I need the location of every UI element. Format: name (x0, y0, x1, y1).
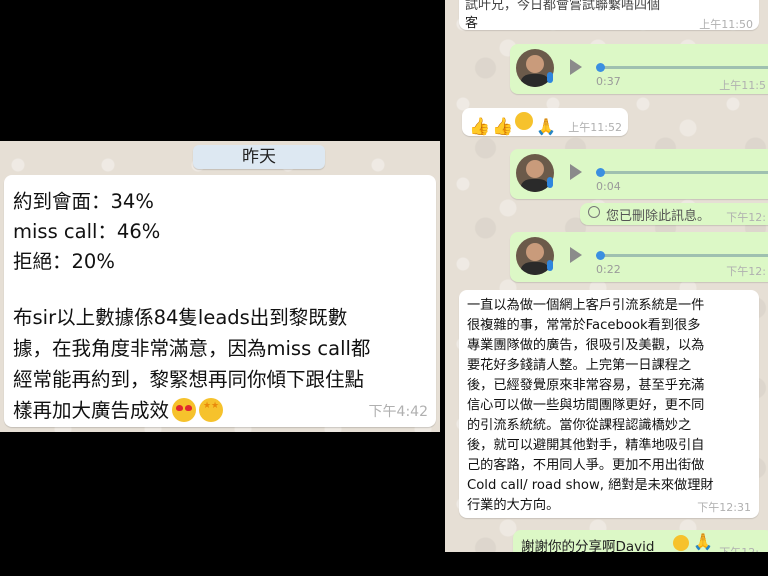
microphone-icon (547, 260, 553, 271)
message-line: 的引流系統統。當你從課程認識橋妙之 (467, 418, 692, 433)
audio-seek-handle[interactable] (596, 168, 605, 177)
incoming-message-bubble[interactable]: 一直以為做一個網上客戶引流系統是一件 很複雜的事，常常於Facebook看到很多… (459, 290, 759, 518)
incoming-emoji-message[interactable]: 👍 👍 🙏 上午11:52 (462, 108, 628, 137)
message-line: 拒絕：20% (13, 250, 115, 273)
deleted-message-bubble[interactable]: 您已刪除此訊息。 下午12: (580, 203, 768, 225)
message-line: 後，就可以避開其他對手，精準地吸引自 (467, 438, 705, 453)
play-icon[interactable] (570, 164, 582, 180)
message-line: 一直以為做一個網上客戶引流系統是一件 (467, 298, 705, 313)
heart-eyes-face-emoji (172, 398, 197, 422)
message-line: 後，已經發覺原來非常容易，甚至乎充滿 (467, 378, 705, 393)
audio-progress-track[interactable] (604, 66, 768, 69)
incoming-message-bubble[interactable]: 約到會面：34% miss call：46% 拒絕：20% 布sir以上數據係8… (4, 175, 436, 427)
message-time: 下午12: (726, 211, 766, 224)
message-time: 下午12:31 (697, 501, 751, 514)
message-line: 布sir以上數據係84隻leads出到黎既數 (13, 306, 348, 329)
play-icon[interactable] (570, 59, 582, 75)
message-line: Cold call/ road show, 絕對是未來做理財 (467, 478, 714, 493)
folded-hands-emoji: 🙏 (536, 117, 556, 136)
microphone-icon (547, 177, 553, 188)
message-time: 下午12: (726, 265, 766, 278)
voice-duration: 0:37 (596, 75, 621, 88)
message-line: miss call：46% (13, 220, 161, 243)
thumbs-up-emoji: 👍 (492, 117, 514, 137)
message-line: 試叶兄，今日都會嘗試聯繫唔四個 (465, 0, 661, 13)
audio-progress-track[interactable] (604, 254, 768, 257)
message-text: 謝謝你的分享啊David (521, 539, 655, 552)
thumbs-up-emoji: 👍 (469, 117, 491, 137)
message-time: 上午11:5 (719, 79, 766, 92)
audio-seek-handle[interactable] (596, 63, 605, 72)
left-chat-screenshot: 昨天 約到會面：34% miss call：46% 拒絕：20% 布sir以上數… (0, 141, 440, 432)
message-time: 上午11:50 (699, 18, 753, 31)
message-line: 專業團隊做的廣告，很吸引及美觀，以為 (467, 338, 705, 353)
message-line: 經常能再約到，黎緊想再同你傾下跟住點 (13, 368, 365, 391)
deleted-notice-text: 您已刪除此訊息。 (606, 209, 711, 224)
microphone-icon (547, 72, 553, 83)
star-struck-face-emoji (199, 398, 224, 422)
blocked-icon (588, 206, 600, 218)
message-line: 約到會面：34% (13, 190, 154, 213)
message-line: 據，在我角度非常滿意，因為miss call都 (13, 337, 371, 360)
message-time: 下午12: (719, 544, 759, 552)
incoming-message-bubble[interactable]: 試叶兄，今日都會嘗試聯繫唔四個 客 上午11:50 (459, 0, 759, 31)
message-line: 行業的大方向。 (467, 498, 560, 513)
voice-message[interactable]: 0:22 下午12: (510, 232, 768, 282)
message-line-with-emoji: 樣再加大廣告成效 (13, 394, 224, 423)
message-line-text: 樣再加大廣告成效 (13, 399, 170, 422)
voice-duration: 0:22 (596, 263, 621, 276)
message-line: 要花好多錢請人整。上完第一日課程之 (467, 358, 692, 373)
smiling-face-emoji (673, 535, 689, 551)
message-time: 上午11:52 (568, 121, 622, 134)
outgoing-message-bubble[interactable]: 謝謝你的分享啊David 🙏 下午12: (513, 530, 768, 552)
voice-message[interactable]: 0:37 上午11:5 (510, 44, 768, 94)
message-line: 信心可以做一些與坊間團隊更好，更不同 (467, 398, 705, 413)
message-line: 很複雜的事，常常於Facebook看到很多 (467, 318, 701, 333)
emoji-row: 👍 👍 🙏 (466, 112, 556, 141)
date-separator: 昨天 (193, 145, 325, 169)
right-chat-screenshot: 試叶兄，今日都會嘗試聯繫唔四個 客 上午11:50 0:37 上午11:5 👍 👍… (445, 0, 768, 552)
smiling-face-emoji (515, 112, 533, 130)
folded-hands-emoji: 🙏 (693, 532, 713, 551)
voice-duration: 0:04 (596, 180, 621, 193)
message-line: 己的客路，不用同人爭。更加不用出街做 (467, 458, 705, 473)
play-icon[interactable] (570, 247, 582, 263)
audio-progress-track[interactable] (604, 171, 768, 174)
audio-seek-handle[interactable] (596, 251, 605, 260)
message-line: 客 (465, 16, 479, 31)
message-time: 下午4:42 (368, 404, 428, 420)
voice-message[interactable]: 0:04 (510, 149, 768, 199)
